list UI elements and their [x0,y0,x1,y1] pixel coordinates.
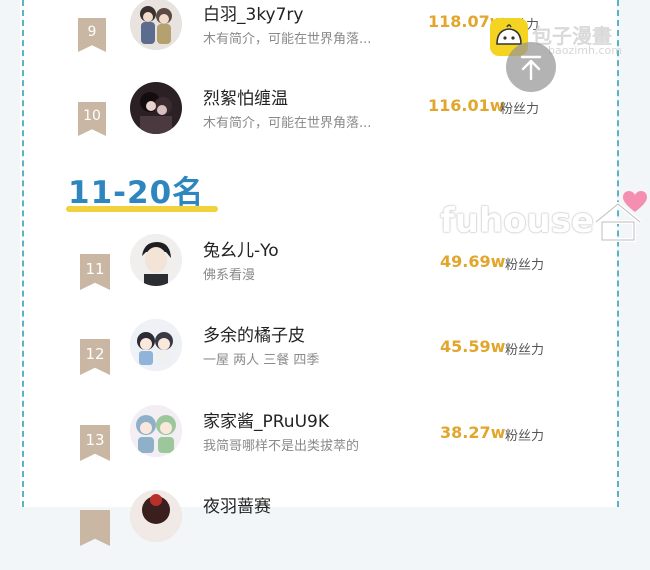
fans-count: 38.27w [440,423,506,442]
user-name[interactable]: 白羽_3ky7ry [203,0,303,25]
list-item[interactable]: 11 兔幺儿-Yo 佛系看漫 49.69w 粉丝力 [0,234,650,314]
avatar-dino-icon[interactable] [130,405,182,457]
user-name[interactable]: 烈絮怕缠温 [203,84,288,109]
heart-icon [623,191,647,212]
user-name[interactable]: 兔幺儿-Yo [203,236,279,261]
avatar-red-icon[interactable] [130,490,182,542]
section-underline [66,206,218,212]
user-name[interactable]: 夜羽蔷赛 [203,492,271,517]
avatar-chibi-icon[interactable] [130,319,182,371]
rank-badge: 11 [80,254,110,290]
user-bio: 佛系看漫 [203,268,256,283]
list-item[interactable]: 13 家家酱_PRuU9K 我简哥哪样不是出类拔萃的 38.27w 粉丝力 [0,405,650,485]
user-bio: 我简哥哪样不是出类拔萃的 [203,439,360,454]
fans-label: 粉丝力 [505,343,545,358]
watermark-url: baozimh.com [548,44,622,57]
user-name[interactable]: 多余的橘子皮 [203,321,305,346]
fans-label: 粉丝力 [500,102,540,117]
fans-count: 45.59w [440,337,506,356]
list-item[interactable]: 12 多余的橘子皮 一屋 两人 三餐 四季 45.59w 粉丝力 [0,319,650,399]
list-item[interactable]: 10 烈絮怕缠温 木有简介，可能在世界角落... 116.01w 粉丝力 [0,82,650,162]
rank-badge: 12 [80,339,110,375]
rank-badge: 10 [78,102,106,136]
arrow-up-icon [520,55,542,81]
rank-badge: 14 [80,510,110,546]
fans-count: 116.01w [428,96,505,115]
fans-count: 49.69w [440,252,506,271]
fuhouse-watermark: fuhouse [440,201,595,241]
user-bio: 一屋 两人 三餐 四季 [203,353,320,368]
back-to-top-button[interactable] [506,42,556,92]
fans-label: 粉丝力 [505,258,545,273]
avatar-dark-couple-icon[interactable] [130,82,182,134]
user-bio: 木有简介，可能在世界角落... [203,116,372,131]
avatar-couple-icon[interactable] [130,0,182,50]
user-name[interactable]: 家家酱_PRuU9K [203,407,329,432]
avatar-boy-icon[interactable] [130,234,182,286]
rank-badge: 9 [78,18,106,52]
list-item[interactable]: 14 夜羽蔷赛 [0,490,650,570]
fans-label: 粉丝力 [505,429,545,444]
rank-badge: 13 [80,425,110,461]
user-bio: 木有简介，可能在世界角落... [203,32,372,47]
